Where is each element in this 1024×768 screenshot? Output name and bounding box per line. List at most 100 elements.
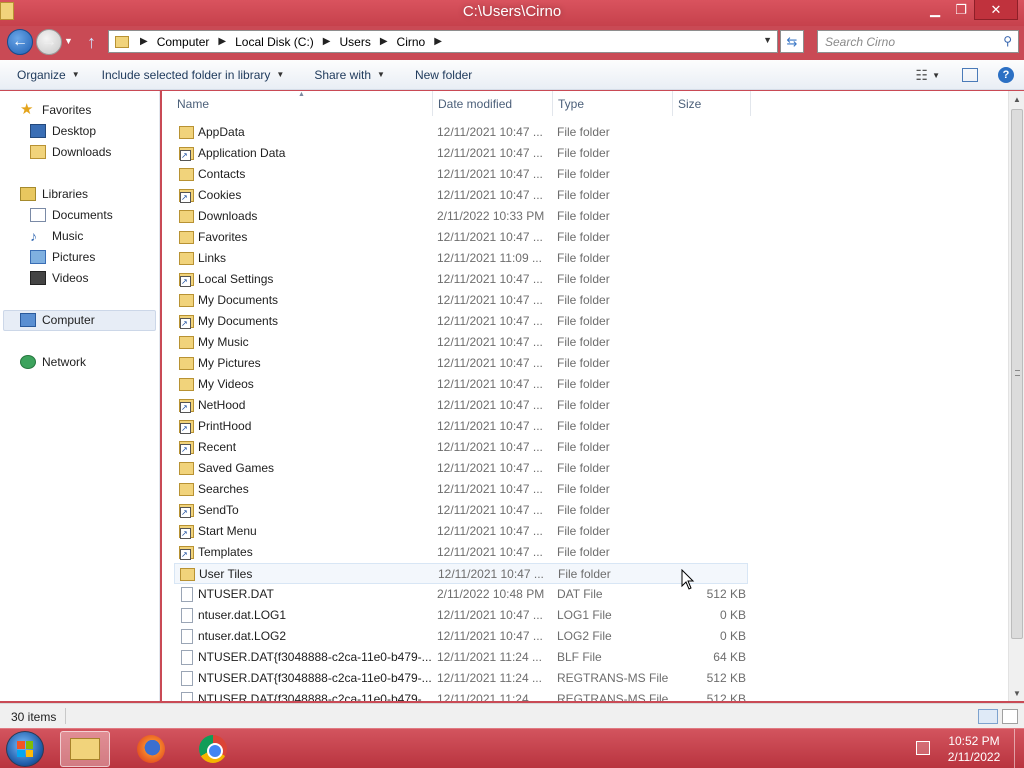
nav-item-libraries[interactable]: Libraries (20, 187, 88, 201)
column-divider[interactable] (432, 91, 433, 116)
file-row[interactable]: Favorites 12/11/2021 10:47 ... File folder (174, 227, 748, 248)
file-row[interactable]: Recent 12/11/2021 10:47 ... File folder (174, 437, 748, 458)
nav-item-favorites[interactable]: ★ Favorites (20, 102, 91, 117)
file-row[interactable]: My Documents 12/11/2021 10:47 ... File fol… (174, 311, 748, 332)
search-box[interactable]: ⚲ (817, 30, 1019, 53)
file-type: File folder (557, 125, 610, 139)
column-header-date-modified[interactable]: Date modified (438, 97, 512, 111)
taskbar-explorer[interactable] (60, 731, 110, 767)
help-icon[interactable]: ? (998, 67, 1014, 83)
clock[interactable]: 10:52 PM 2/11/2022 (944, 733, 1004, 765)
vertical-scrollbar[interactable]: ▲ ▼ (1008, 91, 1024, 701)
file-row[interactable]: Start Menu 12/11/2021 10:47 ... File folde… (174, 521, 748, 542)
preview-pane-icon[interactable] (962, 68, 978, 82)
nav-item-videos[interactable]: Videos (30, 271, 88, 285)
forward-button[interactable]: → (36, 29, 62, 55)
file-row[interactable]: My Documents 12/11/2021 10:47 ... File fol… (174, 290, 748, 311)
share-with-button[interactable]: Share with ▼ (305, 60, 394, 90)
file-row[interactable]: SendTo 12/11/2021 10:47 ... File folder (174, 500, 748, 521)
nav-item-downloads[interactable]: Downloads (30, 145, 111, 159)
file-row[interactable]: NTUSER.DAT{f3048888-c2ca-11e0-b479-... 12… (174, 647, 748, 668)
minimize-button[interactable]: ▁ (922, 0, 948, 20)
column-divider[interactable] (552, 91, 553, 116)
file-row[interactable]: Templates 12/11/2021 10:47 ... File folder (174, 542, 748, 563)
chevron-down-icon[interactable]: ▼ (932, 71, 940, 80)
file-row[interactable]: Local Settings 12/11/2021 10:47 ... File f… (174, 269, 748, 290)
taskbar-chrome[interactable] (188, 731, 238, 767)
breadcrumb-local-disk[interactable]: Local Disk (C:) (231, 35, 318, 49)
file-row[interactable]: PrintHood 12/11/2021 10:47 ... File folder (174, 416, 748, 437)
file-row[interactable]: My Videos 12/11/2021 10:47 ... File folder (174, 374, 748, 395)
include-in-library-button[interactable]: Include selected folder in library ▼ (93, 60, 294, 90)
nav-label: Pictures (52, 250, 96, 264)
file-row[interactable]: Contacts 12/11/2021 10:47 ... File folder (174, 164, 748, 185)
organize-button[interactable]: Organize ▼ (8, 60, 89, 90)
file-row[interactable]: Application Data 12/11/2021 10:47 ... File… (174, 143, 748, 164)
change-view-icon[interactable]: ☷ (916, 67, 929, 84)
file-type: File folder (557, 419, 610, 433)
chevron-right-icon[interactable]: ▶ (429, 36, 447, 47)
nav-item-documents[interactable]: Documents (30, 208, 113, 222)
new-folder-button[interactable]: New folder (406, 60, 481, 90)
search-icon[interactable]: ⚲ (1003, 34, 1012, 48)
search-input[interactable] (818, 31, 988, 52)
refresh-button[interactable]: ⇆ (780, 30, 804, 53)
file-row[interactable]: Links 12/11/2021 11:09 ... File folder (174, 248, 748, 269)
taskbar-firefox[interactable] (126, 731, 176, 767)
file-row[interactable]: My Music 12/11/2021 10:47 ... File folder (174, 332, 748, 353)
title-bar[interactable]: C:\Users\Cirno ▁ ❐ ✕ (0, 0, 1024, 26)
file-row[interactable]: ntuser.dat.LOG1 12/11/2021 10:47 ... LOG1 … (174, 605, 748, 626)
large-icons-view-icon[interactable] (1002, 709, 1018, 724)
chevron-right-icon[interactable]: ▶ (213, 36, 231, 47)
item-count: 30 items (11, 710, 57, 724)
nav-item-pictures[interactable]: Pictures (30, 250, 95, 264)
file-icon (181, 608, 193, 623)
chevron-down-icon[interactable]: ▼ (763, 35, 772, 45)
scrollbar-thumb[interactable] (1011, 109, 1023, 639)
breadcrumb-users[interactable]: Users (335, 35, 374, 49)
scroll-up-icon[interactable]: ▲ (1009, 91, 1024, 107)
file-row[interactable]: Downloads 2/11/2022 10:33 PM File folder (174, 206, 748, 227)
scroll-down-icon[interactable]: ▼ (1009, 685, 1024, 701)
nav-label: Computer (42, 313, 95, 327)
file-row[interactable]: ntuser.dat.LOG2 12/11/2021 10:47 ... LOG2 … (174, 626, 748, 647)
file-row[interactable]: My Pictures 12/11/2021 10:47 ... File fold… (174, 353, 748, 374)
breadcrumb-cirno[interactable]: Cirno (393, 35, 430, 49)
chevron-right-icon[interactable]: ▶ (375, 36, 393, 47)
start-button[interactable] (6, 731, 44, 767)
nav-item-network[interactable]: Network (20, 355, 86, 369)
folder-icon (179, 126, 194, 139)
column-divider[interactable] (750, 91, 751, 116)
nav-item-music[interactable]: ♪ Music (30, 229, 83, 243)
file-row[interactable]: User Tiles 12/11/2021 10:47 ... File folde… (174, 563, 748, 584)
file-row[interactable]: Searches 12/11/2021 10:47 ... File folder (174, 479, 748, 500)
file-row[interactable]: Cookies 12/11/2021 10:47 ... File folder (174, 185, 748, 206)
column-header-size[interactable]: Size (678, 97, 701, 111)
file-row[interactable]: NTUSER.DAT{f3048888-c2ca-11e0-b479-... 12… (174, 668, 748, 689)
back-button[interactable]: ← (7, 29, 33, 55)
column-header-name[interactable]: Name (177, 97, 209, 111)
nav-item-computer[interactable]: Computer (20, 313, 95, 327)
action-center-flag-icon[interactable] (916, 741, 930, 755)
file-name: NTUSER.DAT (198, 587, 274, 601)
show-desktop-button[interactable] (1014, 729, 1024, 768)
chevron-right-icon[interactable]: ▶ (135, 36, 153, 47)
file-row[interactable]: AppData 12/11/2021 10:47 ... File folder (174, 122, 748, 143)
column-header-type[interactable]: Type (558, 97, 584, 111)
file-row[interactable]: NetHood 12/11/2021 10:47 ... File folder (174, 395, 748, 416)
maximize-button[interactable]: ❐ (948, 0, 974, 20)
column-divider[interactable] (672, 91, 673, 116)
nav-item-desktop[interactable]: Desktop (30, 124, 96, 138)
up-button[interactable]: ↑ (87, 32, 96, 53)
file-row[interactable]: NTUSER.DAT{f3048888-c2ca-11e0-b479-... 12… (174, 689, 748, 701)
file-size: 512 KB (706, 587, 746, 601)
file-row[interactable]: NTUSER.DAT 2/11/2022 10:48 PM DAT File 512 … (174, 584, 748, 605)
file-row[interactable]: Saved Games 12/11/2021 10:47 ... File fold… (174, 458, 748, 479)
file-name: PrintHood (198, 419, 252, 433)
close-button[interactable]: ✕ (974, 0, 1018, 20)
address-bar[interactable]: ▶ Computer ▶ Local Disk (C:) ▶ Users ▶ C… (108, 30, 778, 53)
details-view-icon[interactable] (978, 709, 998, 724)
recent-pages-dropdown[interactable]: ▼ (64, 36, 73, 46)
chevron-right-icon[interactable]: ▶ (318, 36, 336, 47)
breadcrumb-computer[interactable]: Computer (153, 35, 214, 49)
